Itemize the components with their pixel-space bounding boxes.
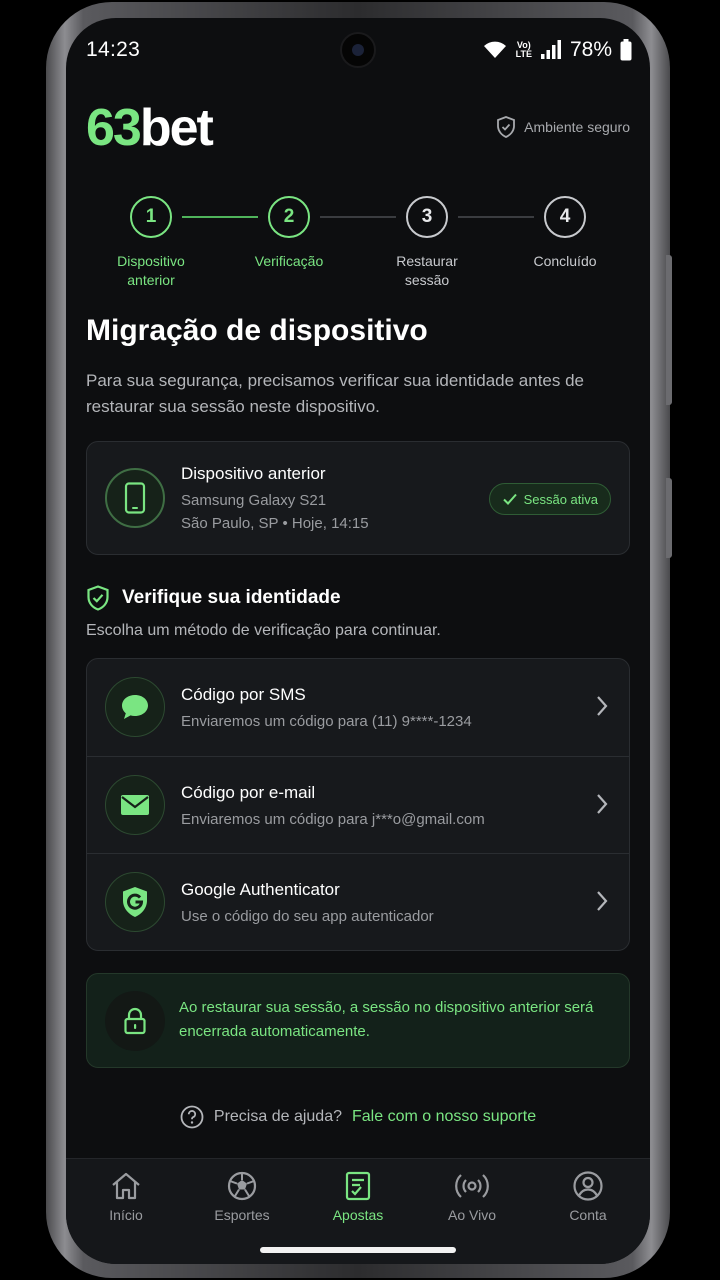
session-notice: Ao restaurar sua sessão, a sessão no dis… bbox=[86, 973, 630, 1068]
method-subtitle: Use o código do seu app autenticador bbox=[181, 908, 434, 925]
verify-section-title: Verifique sua identidade bbox=[86, 585, 341, 611]
device-title: Dispositivo anterior bbox=[181, 464, 326, 483]
page-title: Migração de dispositivo bbox=[86, 314, 428, 347]
battery-icon bbox=[620, 39, 632, 61]
user-icon bbox=[573, 1171, 603, 1201]
shield-check-icon bbox=[87, 585, 109, 611]
screen: 14:23 Vo) LTE 78% 63bet Ambiente seguro … bbox=[66, 18, 650, 1264]
envelope-icon bbox=[121, 795, 149, 815]
step-label: Concluído bbox=[533, 253, 597, 269]
brand-logo: 63bet bbox=[86, 99, 214, 157]
home-indicator[interactable] bbox=[260, 1247, 456, 1253]
device-model: Samsung Galaxy S21 bbox=[181, 492, 327, 509]
nav-esportes[interactable]: Esportes bbox=[192, 1171, 292, 1223]
step-2: 2 Verificação bbox=[224, 196, 354, 271]
verification-methods: Código por SMS Enviaremos um código para… bbox=[86, 658, 630, 951]
bet-slip-icon bbox=[345, 1171, 371, 1201]
secure-label: Ambiente seguro bbox=[524, 119, 630, 135]
question-circle-icon bbox=[180, 1105, 204, 1129]
home-icon bbox=[112, 1172, 140, 1200]
device-location: São Paulo, SP • Hoje, 14:15 bbox=[181, 515, 369, 532]
chevron-right-icon bbox=[597, 696, 608, 716]
device-icon-ring bbox=[105, 468, 165, 528]
battery-percent: 78% bbox=[569, 38, 612, 61]
help-question: Precisa de ajuda? bbox=[213, 1108, 342, 1125]
step-label: Restaurar sessão bbox=[396, 253, 458, 288]
method-title: Código por e-mail bbox=[181, 783, 316, 802]
front-camera bbox=[340, 32, 376, 68]
method-authenticator[interactable]: Google Authenticator Use o código do seu… bbox=[87, 853, 629, 950]
step-number: 3 bbox=[406, 196, 448, 238]
method-subtitle: Enviaremos um código para (11) 9****-123… bbox=[181, 713, 472, 730]
progress-stepper: 1 Dispositivo anterior 2 Verificação 3 R… bbox=[86, 196, 630, 316]
status-bar: 14:23 Vo) LTE 78% bbox=[66, 18, 650, 84]
secure-environment: Ambiente seguro bbox=[496, 116, 630, 138]
method-sms[interactable]: Código por SMS Enviaremos um código para… bbox=[87, 659, 629, 756]
google-shield-icon bbox=[123, 887, 147, 917]
verify-subtitle: Escolha um método de verificação para co… bbox=[86, 622, 441, 639]
method-title: Google Authenticator bbox=[181, 880, 340, 899]
chevron-right-icon bbox=[597, 794, 608, 814]
broadcast-icon bbox=[455, 1174, 489, 1198]
step-1: 1 Dispositivo anterior bbox=[86, 196, 216, 290]
chat-bubble-icon bbox=[122, 695, 148, 719]
lock-icon bbox=[124, 1007, 146, 1035]
nav-apostas[interactable]: Apostas bbox=[308, 1171, 408, 1223]
method-title: Código por SMS bbox=[181, 685, 306, 704]
step-number: 4 bbox=[544, 196, 586, 238]
notice-text: Ao restaurar sua sessão, a sessão no dis… bbox=[179, 999, 594, 1040]
session-active-badge: Sessão ativa bbox=[488, 483, 611, 515]
step-number: 1 bbox=[130, 196, 172, 238]
signal-icon bbox=[540, 40, 561, 59]
step-4: 4 Concluído bbox=[500, 196, 630, 271]
step-label: Dispositivo anterior bbox=[117, 253, 185, 288]
step-number: 2 bbox=[268, 196, 310, 238]
volte-icon: Vo) LTE bbox=[515, 40, 532, 59]
page-intro: Para sua segurança, precisamos verificar… bbox=[86, 371, 585, 416]
support-link[interactable]: Fale com o nosso suporte bbox=[352, 1108, 536, 1126]
status-time: 14:23 bbox=[86, 38, 141, 61]
method-email[interactable]: Código por e-mail Enviaremos um código p… bbox=[87, 756, 629, 853]
nav-inicio[interactable]: Início bbox=[76, 1171, 176, 1223]
chevron-right-icon bbox=[597, 891, 608, 911]
method-subtitle: Enviaremos um código para j***o@gmail.co… bbox=[181, 811, 485, 828]
volume-button bbox=[666, 255, 672, 405]
smartphone-icon bbox=[124, 482, 146, 514]
power-button bbox=[666, 478, 672, 558]
help-row: Precisa de ajuda? Fale com o nosso supor… bbox=[66, 1105, 650, 1129]
status-icons: Vo) LTE 78% bbox=[482, 38, 632, 62]
nav-ao-vivo[interactable]: Ao Vivo bbox=[422, 1171, 522, 1223]
soccer-ball-icon bbox=[227, 1171, 257, 1201]
wifi-icon bbox=[483, 41, 506, 58]
check-icon bbox=[502, 493, 517, 505]
step-3: 3 Restaurar sessão bbox=[362, 196, 492, 290]
nav-conta[interactable]: Conta bbox=[538, 1171, 638, 1223]
previous-device-card: Dispositivo anterior Samsung Galaxy S21 … bbox=[86, 441, 630, 555]
shield-check-icon bbox=[497, 116, 516, 138]
step-label: Verificação bbox=[254, 253, 324, 269]
